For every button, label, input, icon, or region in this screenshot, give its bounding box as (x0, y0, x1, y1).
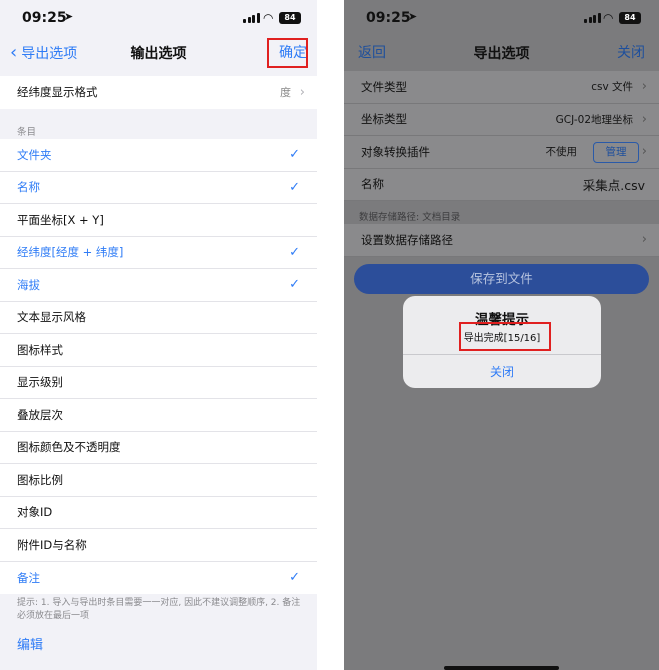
list-item[interactable]: 文本显示风格 (0, 302, 317, 334)
signal-icon (584, 13, 601, 23)
list-item[interactable]: 对象ID (0, 497, 317, 529)
chevron-right-icon: › (641, 79, 647, 95)
name-value: 采集点.csv (582, 177, 645, 193)
battery-icon: 84 (279, 12, 301, 24)
chevron-right-icon: › (641, 232, 647, 248)
page-title: 导出选项 (473, 46, 530, 62)
plugin-label: 对象转换插件 (361, 144, 430, 159)
format-label: 经纬度显示格式 (17, 85, 98, 100)
chevron-right-icon: › (299, 84, 305, 100)
home-indicator (444, 666, 559, 670)
signal-icon (243, 13, 260, 23)
battery-icon: 84 (619, 12, 641, 24)
list-item[interactable]: 叠放层次 (0, 399, 317, 432)
list-item-label: 文件夹 (17, 147, 52, 162)
wifi-icon: ◠ (603, 11, 614, 25)
list-item[interactable]: 平面坐标[X + Y] (0, 204, 317, 237)
list-item[interactable]: 名称 ✓ (0, 172, 317, 204)
name-label: 名称 (361, 177, 384, 192)
hint-text: 提示: 1. 导入与导出时条目需要一一对应, 因此不建议调整顺序, 2. 备注必… (17, 598, 301, 621)
checkmark-icon: ✓ (289, 147, 300, 162)
path-group: 设置数据存储路径 › (344, 224, 659, 257)
file-type-row[interactable]: 文件类型 csv 文件 › (344, 71, 659, 104)
left-screen: 09:25 ➤ ◠ 84 ‹ 导出选项 输出选项 确定 经纬度显示格式 度 › … (0, 0, 317, 670)
plugin-value: 不使用 (545, 146, 578, 159)
status-time: 09:25 (366, 10, 411, 26)
save-to-file-button[interactable]: 保存到文件 (354, 264, 649, 294)
right-screen: 09:25 ➤ ◠ 84 返回 导出选项 关闭 文件类型 csv 文件 › 坐标… (344, 0, 659, 670)
settings-group: 文件类型 csv 文件 › 坐标类型 GCJ-02地理坐标 › 对象转换插件 不… (344, 71, 659, 201)
list-item-label: 海拔 (17, 277, 40, 292)
list-item-label: 显示级别 (17, 375, 63, 390)
list-item[interactable]: 文件夹 ✓ (0, 139, 317, 172)
location-arrow-icon: ➤ (408, 10, 418, 23)
list-item[interactable]: 备注 ✓ (0, 562, 317, 595)
chevron-right-icon: › (641, 144, 647, 160)
list-item-label: 文本显示风格 (17, 310, 86, 325)
list-item[interactable]: 海拔 ✓ (0, 269, 317, 302)
items-list: 文件夹 ✓ 名称 ✓ 平面坐标[X + Y] 经纬度[经度 + 纬度] ✓ 海拔 ✓ 文本显示风格… (0, 139, 317, 594)
list-item-label: 附件ID与名称 (17, 537, 87, 552)
chevron-right-icon: › (641, 111, 647, 127)
list-item[interactable]: 图标比例 (0, 464, 317, 497)
path-row-label: 设置数据存储路径 (361, 232, 453, 247)
checkmark-icon: ✓ (289, 179, 300, 195)
list-item[interactable]: 图标颜色及不透明度 (0, 432, 317, 464)
wifi-icon: ◠ (263, 11, 274, 25)
checkmark-icon: ✓ (289, 569, 300, 585)
list-item[interactable]: 经纬度[经度 + 纬度] ✓ (0, 237, 317, 269)
format-row[interactable]: 经纬度显示格式 度 › (0, 76, 317, 109)
list-item-label: 平面坐标[X + Y] (17, 212, 104, 227)
checkmark-icon: ✓ (289, 244, 300, 260)
status-time: 09:25 (22, 10, 67, 26)
list-item-label: 备注 (17, 570, 40, 585)
name-row[interactable]: 名称 采集点.csv (344, 169, 659, 201)
manage-button[interactable]: 管理 (593, 142, 639, 163)
list-item[interactable]: 附件ID与名称 (0, 529, 317, 562)
alert-divider (403, 354, 601, 355)
nav-bar: 返回 导出选项 关闭 (344, 36, 659, 68)
list-item-label: 图标颜色及不透明度 (17, 440, 121, 455)
list-item-label: 图标样式 (17, 342, 63, 357)
file-type-label: 文件类型 (361, 79, 407, 94)
edit-button[interactable]: 编辑 (17, 634, 43, 653)
list-item-label: 叠放层次 (17, 407, 63, 422)
list-item-label: 图标比例 (17, 472, 63, 487)
highlight-box (459, 322, 551, 351)
highlight-box (267, 38, 308, 68)
coord-type-label: 坐标类型 (361, 112, 407, 127)
file-type-value: csv 文件 (591, 81, 633, 94)
alert-close-button[interactable]: 关闭 (403, 363, 601, 380)
section-label: 条目 (17, 127, 37, 138)
location-arrow-icon: ➤ (64, 10, 74, 23)
format-value: 度 (280, 86, 291, 100)
plugin-row[interactable]: 对象转换插件 不使用 管理 › (344, 136, 659, 169)
checkmark-icon: ✓ (289, 277, 300, 292)
coord-type-row[interactable]: 坐标类型 GCJ-02地理坐标 › (344, 104, 659, 136)
close-button[interactable]: 关闭 (617, 42, 645, 62)
status-bar: 09:25 ➤ ◠ 84 (344, 0, 659, 36)
list-item-label: 对象ID (17, 505, 53, 520)
status-bar: 09:25 ➤ ◠ 84 (0, 0, 317, 36)
format-group: 经纬度显示格式 度 › (0, 76, 317, 109)
coord-type-value: GCJ-02地理坐标 (555, 113, 633, 126)
list-item-label: 名称 (17, 180, 40, 195)
list-item[interactable]: 显示级别 (0, 367, 317, 399)
path-section-label: 数据存储路径: 文档目录 (359, 212, 461, 223)
path-row[interactable]: 设置数据存储路径 › (344, 224, 659, 257)
list-item[interactable]: 图标样式 (0, 334, 317, 367)
list-item-label: 经纬度[经度 + 纬度] (17, 245, 124, 260)
